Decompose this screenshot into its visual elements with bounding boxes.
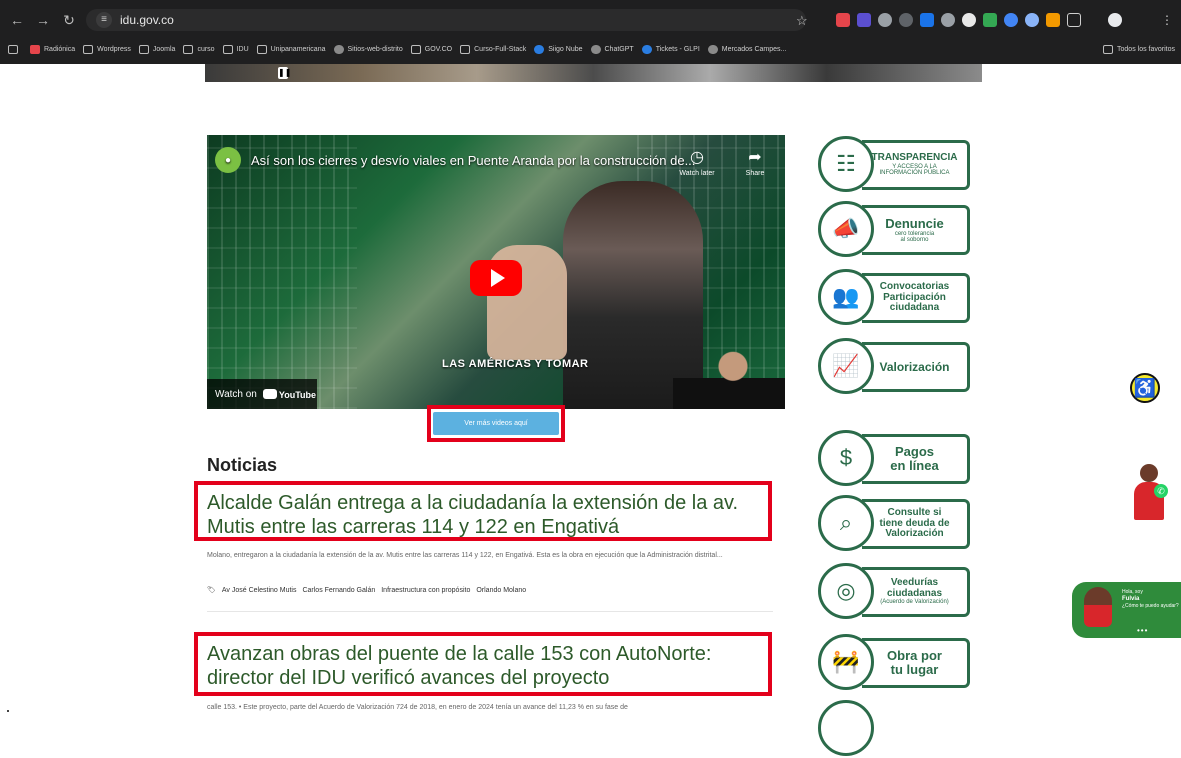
bookmark-folder[interactable]: IDU [222, 44, 249, 54]
highlight-box [427, 405, 565, 442]
channel-logo-icon[interactable]: ● [215, 147, 241, 173]
extensions-puzzle-icon[interactable] [1067, 13, 1081, 27]
forward-icon[interactable]: → [34, 11, 52, 29]
accessibility-icon[interactable]: ♿ [1130, 373, 1160, 403]
share-arrow-icon: ➦ [748, 149, 762, 166]
clock-icon: ◷ [690, 149, 704, 166]
address-bar[interactable]: ≡ idu.gov.co [86, 9, 806, 31]
video-caption: LAS AMÉRICAS Y TOMAR [442, 358, 589, 370]
sidebar-link-transparencia[interactable]: TRANSPARENCIA Y ACCESO A LA INFORMACIÓN PÚ… [818, 136, 970, 194]
video-title[interactable]: ● Así son los cierres y desvío viales en… [215, 147, 695, 173]
menu-kebab-icon[interactable]: ⋮ [1160, 13, 1174, 27]
payment-icon: $ [818, 430, 874, 486]
apps-icon[interactable] [8, 44, 22, 54]
news-tag[interactable]: Av José Celestino Mutis [222, 587, 297, 594]
chat-more-icon[interactable]: ••• [1137, 626, 1148, 635]
reload-icon[interactable]: ↻ [60, 11, 78, 29]
sidebar-link-obra-por-tu-lugar[interactable]: Obra por tu lugar 🚧 [818, 634, 970, 692]
hero-banner: ❚❚ [205, 64, 982, 82]
highlight-box [194, 632, 772, 696]
bookmark-item[interactable]: Radiónica [30, 44, 75, 54]
highlight-box [194, 481, 772, 541]
sidebar-link-pagos[interactable]: Pagos en línea $ [818, 430, 970, 488]
inspect-icon: ◎ [818, 563, 874, 619]
nav-row: ← → ↻ ≡ idu.gov.co ☆ ⋮ [0, 6, 1181, 34]
news-tag[interactable]: Orlando Molano [476, 587, 526, 594]
play-icon[interactable] [470, 260, 522, 296]
extension-icon[interactable] [1046, 13, 1060, 27]
whatsapp-icon: ✆ [1154, 484, 1168, 498]
divider [207, 611, 773, 612]
bookmark-item[interactable]: Mercados Campes... [707, 44, 786, 54]
growth-chart-icon: 📈 [818, 338, 874, 394]
bookmark-folder[interactable]: Todos los favoritos [1103, 44, 1175, 54]
megaphone-icon: 📣 [818, 201, 874, 257]
bookmark-item[interactable]: Siigo Nube [534, 44, 583, 54]
browser-chrome: ← → ↻ ≡ idu.gov.co ☆ ⋮ Radiónica Wordpre… [0, 0, 1181, 64]
news-tag[interactable]: Carlos Fernando Galán [302, 587, 375, 594]
bookmark-item[interactable]: Sitios-web-distrito [333, 44, 403, 54]
news-excerpt: Molano, entregaron a la ciudadanía la ex… [207, 552, 723, 559]
extension-icon[interactable] [899, 13, 913, 27]
news-heading: Noticias [207, 455, 278, 475]
share-button[interactable]: ➦ Share [733, 147, 777, 177]
extension-icon[interactable] [941, 13, 955, 27]
bookmark-folder[interactable]: Curso-Full-Stack [460, 44, 526, 54]
bookmarks-bar: Radiónica Wordpress Joomla curso IDU Uni… [0, 38, 1181, 60]
youtube-embed[interactable]: ● Así son los cierres y desvío viales en… [207, 135, 785, 409]
extension-icon[interactable] [962, 13, 976, 27]
chatbot-avatar [1084, 587, 1112, 627]
extension-icon[interactable] [1004, 13, 1018, 27]
partial-sidebar-icon [818, 700, 874, 756]
news-excerpt: calle 153. • Este proyecto, parte del Ac… [207, 704, 628, 711]
extension-icon[interactable] [920, 13, 934, 27]
news-tag[interactable]: Infraestructura con propósito [381, 587, 470, 594]
cursor-dot [7, 710, 9, 712]
extension-icon[interactable] [983, 13, 997, 27]
sign-language-interpreter [673, 348, 785, 409]
document-hand-icon: ☷ [818, 136, 874, 192]
sidebar-link-convocatorias[interactable]: Convocatorias Participación ciudadana 👥 [818, 269, 970, 327]
sidebar-link-denuncie[interactable]: Denuncie cero tolerancia al soborno 📣 [818, 201, 970, 259]
bookmark-star-icon[interactable]: ☆ [796, 13, 808, 29]
bookmark-item[interactable]: ChatGPT [590, 44, 634, 54]
news-tags: 🏷 Av José Celestino Mutis Carlos Fernando … [207, 586, 532, 594]
construction-icon: 🚧 [818, 634, 874, 690]
url-text: idu.gov.co [120, 13, 174, 27]
extension-icon[interactable] [878, 13, 892, 27]
sidebar-link-partial[interactable] [818, 700, 970, 758]
extension-icon[interactable] [836, 13, 850, 27]
search-doc-icon: ⌕ [818, 495, 874, 551]
youtube-logo-icon: YouTube [263, 389, 316, 400]
people-icon: 👥 [818, 269, 874, 325]
profile-icon[interactable] [1108, 13, 1122, 27]
pause-icon[interactable]: ❚❚ [278, 67, 291, 79]
chatbot-widget[interactable]: Hola, soy Fulvia ¿Cómo te puedo ayudar? … [1072, 582, 1181, 638]
bookmark-folder[interactable]: curso [183, 44, 215, 54]
site-info-icon[interactable]: ≡ [96, 12, 112, 28]
watch-later-button[interactable]: ◷ Watch later [675, 147, 719, 177]
extension-icon[interactable] [1025, 13, 1039, 27]
bookmark-folder[interactable]: Unipanamericana [256, 44, 326, 54]
extension-icon[interactable] [857, 13, 871, 27]
tag-icon: 🏷 [207, 587, 216, 594]
sidebar-link-valorizacion[interactable]: Valorización 📈 [818, 338, 970, 396]
back-icon[interactable]: ← [8, 11, 26, 29]
bookmark-folder[interactable]: Wordpress [83, 44, 131, 54]
bookmark-item[interactable]: Tickets - GLPI [641, 44, 700, 54]
bookmark-folder[interactable]: Joomla [138, 44, 175, 54]
bookmark-folder[interactable]: GOV.CO [410, 44, 452, 54]
sidebar-link-consulte-deuda[interactable]: Consulte si tiene deuda de Valorización ⌕ [818, 495, 970, 553]
whatsapp-assistant-avatar[interactable]: ✆ [1130, 462, 1170, 522]
sidebar-link-veedurias[interactable]: Veedurías ciudadanas (Acuerdo de Valorizac… [818, 563, 970, 621]
watch-on-youtube-link[interactable]: Watch on YouTube [207, 379, 317, 409]
